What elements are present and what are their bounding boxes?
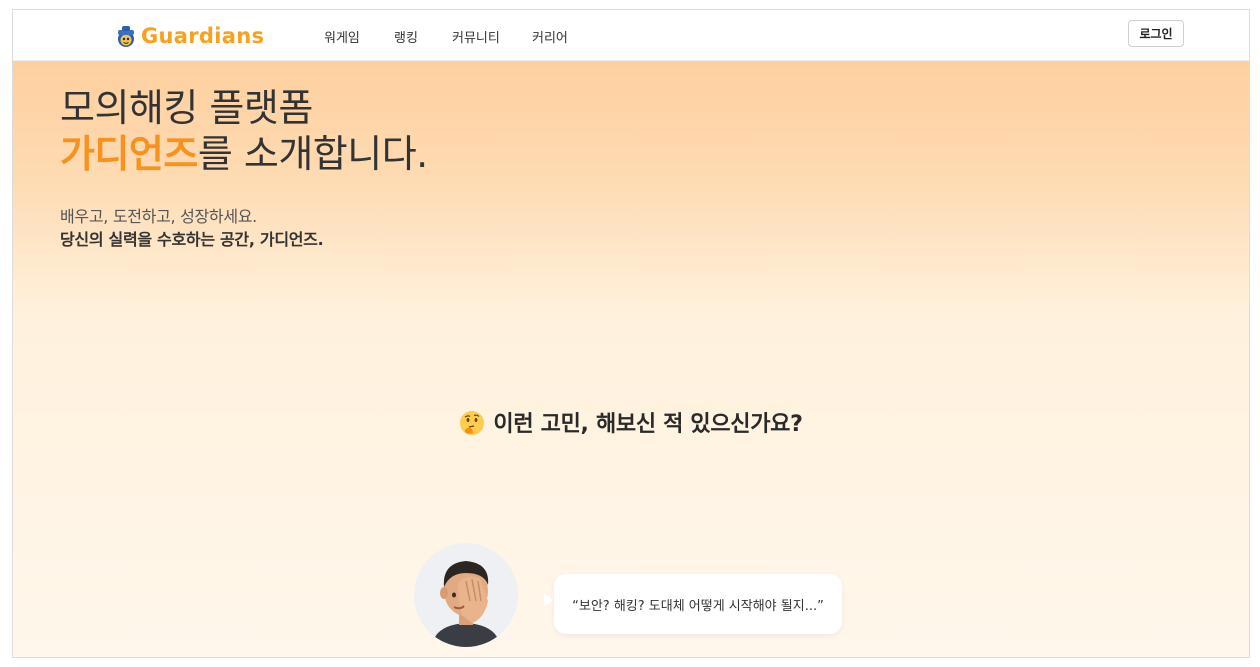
nav-item-career[interactable]: 커리어 (532, 27, 568, 46)
logo-text: Guardians (141, 24, 265, 48)
top-navbar: Guardians 워게임 랭킹 커뮤니티 커리어 로그인 (13, 10, 1249, 61)
hero-title: 모의해킹 플랫폼 가디언즈를 소개합니다. (60, 85, 428, 177)
login-button[interactable]: 로그인 (1128, 20, 1184, 47)
pain-point-heading: 이런 고민, 해보신 적 있으신가요? (13, 406, 1249, 438)
hero-section: 모의해킹 플랫폼 가디언즈를 소개합니다. 배우고, 도전하고, 성장하세요. … (13, 61, 1249, 657)
speech-bubble-tail (544, 593, 554, 607)
hero-title-accent: 가디언즈 (60, 132, 198, 176)
testimonial-quote: “보안? 해킹? 도대체 어떻게 시작해야 될지...” (572, 598, 824, 614)
pain-point-text: 이런 고민, 해보신 적 있으신가요? (493, 412, 803, 437)
nav-item-community[interactable]: 커뮤니티 (452, 27, 500, 46)
hero-title-line1: 모의해킹 플랫폼 (60, 86, 313, 130)
browser-viewport: Guardians 워게임 랭킹 커뮤니티 커리어 로그인 모의해킹 플랫폼 가… (12, 9, 1250, 658)
nav-item-wargame[interactable]: 워게임 (324, 27, 360, 46)
facepalm-illustration (432, 561, 500, 647)
hero-subtitle-line1: 배우고, 도전하고, 성장하세요. (60, 207, 257, 226)
logo[interactable]: Guardians (115, 22, 264, 50)
guardian-mascot-icon (118, 26, 134, 47)
hero-subtitle-line2: 당신의 실력을 수호하는 공간, 가디언즈. (60, 230, 324, 249)
hero-title-rest: 를 소개합니다. (197, 132, 428, 176)
facepalm-person-avatar (414, 543, 518, 647)
nav-item-ranking[interactable]: 랭킹 (394, 27, 418, 46)
speech-bubble: “보안? 해킹? 도대체 어떻게 시작해야 될지...” (554, 574, 842, 634)
thinking-face-icon (460, 411, 485, 435)
